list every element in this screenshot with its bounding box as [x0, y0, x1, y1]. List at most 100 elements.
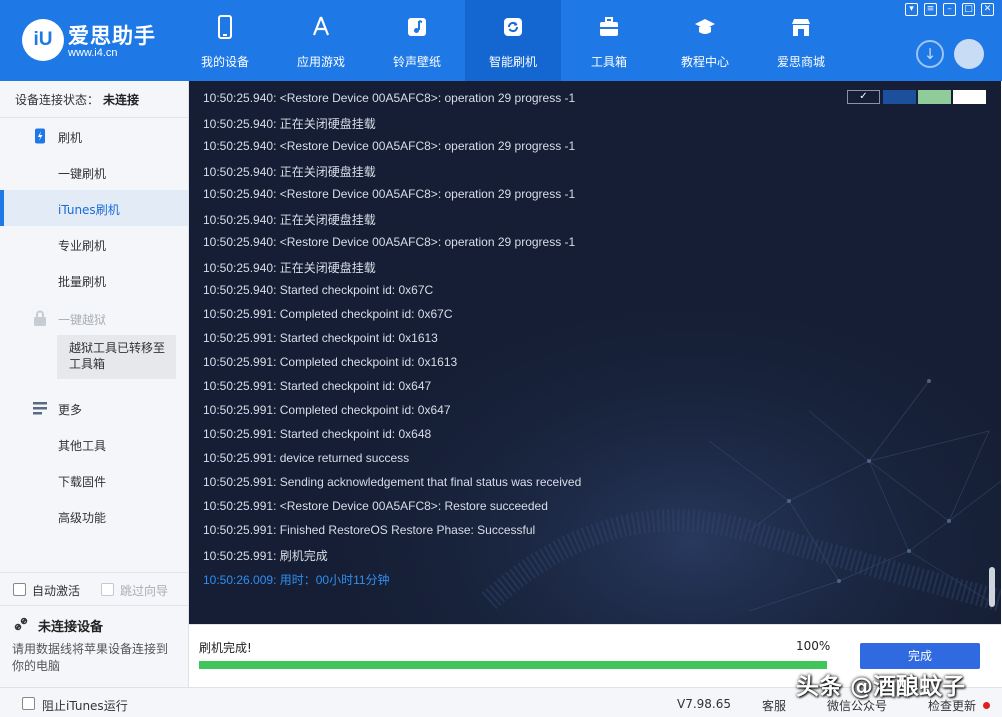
connection-status: 设备连接状态： 未连接 — [0, 81, 188, 118]
disconnected-icon — [14, 617, 28, 631]
sidebar-group-label: 一键越狱 — [58, 313, 107, 327]
sidebar-item-label: 批量刷机 — [58, 275, 107, 289]
nav-my-device[interactable]: 我的设备 — [177, 0, 273, 81]
log-line: 10:50:25.991: <Restore Device 00A5AFC8>:… — [203, 499, 548, 513]
theme-swatch-blue[interactable] — [883, 90, 916, 104]
sidebar-item-download-firmware[interactable]: 下载固件 — [0, 462, 188, 498]
support-link[interactable]: 客服 — [762, 697, 786, 714]
nav-tutorials[interactable]: 教程中心 — [657, 0, 753, 81]
sidebar-item-itunes-flash[interactable]: iTunes刷机 — [0, 190, 188, 226]
graduation-cap-icon — [695, 19, 715, 34]
progress-percent: 100% — [796, 639, 831, 653]
nav-ringtones[interactable]: 铃声壁纸 — [369, 0, 465, 81]
sidebar-item-label: 高级功能 — [58, 511, 107, 525]
sidebar-item-label: 专业刷机 — [58, 239, 107, 253]
music-icon — [408, 18, 426, 36]
sidebar-item-batch-flash[interactable]: 批量刷机 — [0, 262, 188, 298]
toolbox-icon — [600, 17, 618, 36]
minimize-icon[interactable]: – — [943, 3, 956, 16]
log-panel: ✓ 10:50:25.940: <Restore Device 00A5AFC8… — [189, 81, 1001, 624]
app-store-icon — [312, 16, 330, 36]
nav-smart-flash[interactable]: 智能刷机 — [465, 0, 561, 81]
log-line: 10:50:25.940: 正在关闭硬盘挂载 — [203, 165, 376, 179]
watermark: 头条 @酒酿蚊子 — [796, 674, 966, 700]
log-line: 10:50:25.991: Started checkpoint id: 0x6… — [203, 427, 432, 441]
sidebar: 设备连接状态： 未连接 刷机 一键刷机 iTunes刷机 专业刷机 批量刷机 一键… — [0, 81, 189, 687]
flash-phone-icon — [35, 128, 45, 144]
maximize-icon[interactable]: □ — [962, 3, 975, 16]
store-icon — [792, 19, 810, 36]
sidebar-group-label: 刷机 — [58, 131, 83, 145]
sidebar-item-other-tools[interactable]: 其他工具 — [0, 426, 188, 462]
logo-icon: iU — [22, 19, 64, 61]
nav-store[interactable]: 爱思商城 — [753, 0, 849, 81]
log-line: 10:50:25.940: 正在关闭硬盘挂载 — [203, 261, 376, 275]
sidebar-item-one-click-flash[interactable]: 一键刷机 — [0, 154, 188, 190]
log-line: 10:50:25.991: Finished RestoreOS Restore… — [203, 523, 536, 537]
sidebar-item-label: 一键刷机 — [58, 167, 107, 181]
progress-bar — [199, 661, 827, 669]
version-label: V7.98.65 — [677, 697, 732, 711]
sidebar-item-label: 下载固件 — [58, 475, 107, 489]
log-line: 10:50:25.940: <Restore Device 00A5AFC8>:… — [203, 139, 576, 153]
app-window: iU 爱思助手 www.i4.cn 我的设备 应用游戏 铃声壁纸 智能刷机 工具… — [0, 0, 1002, 717]
nav-apps-games[interactable]: 应用游戏 — [273, 0, 369, 81]
log-line: 10:50:25.991: Completed checkpoint id: 0… — [203, 355, 458, 369]
skin-icon[interactable]: ▾ — [905, 3, 918, 16]
auto-activate-checkbox[interactable] — [13, 583, 26, 596]
skip-guide-checkbox[interactable] — [101, 583, 114, 596]
sidebar-item-advanced[interactable]: 高级功能 — [0, 498, 188, 534]
log-line: 10:50:25.991: 刷机完成 — [203, 549, 328, 563]
log-line-elapsed: 10:50:26.009: 用时：00小时11分钟 — [203, 573, 390, 587]
sidebar-group-label: 更多 — [58, 403, 83, 417]
refresh-icon — [504, 18, 522, 36]
nav-label: 教程中心 — [680, 55, 729, 69]
theme-swatch-green[interactable] — [918, 90, 951, 104]
sidebar-item-label: 其他工具 — [58, 439, 107, 453]
log-line: 10:50:25.991: Completed checkpoint id: 0… — [203, 403, 451, 417]
sidebar-group-jailbreak: 一键越狱 — [0, 300, 188, 336]
log-line: 10:50:25.940: 正在关闭硬盘挂载 — [203, 213, 376, 227]
log-line: 10:50:25.991: Sending acknowledgement th… — [203, 475, 582, 489]
nav-label: 应用游戏 — [296, 55, 345, 69]
phone-icon — [218, 15, 232, 39]
update-badge — [983, 702, 990, 709]
download-icon[interactable]: ↓ — [916, 40, 944, 68]
sidebar-group-flash[interactable]: 刷机 — [0, 118, 188, 154]
lock-icon — [34, 310, 46, 326]
skip-guide-label: 跳过向导 — [120, 584, 169, 598]
connection-status-value: 未连接 — [103, 93, 140, 107]
log-line: 10:50:25.991: Started checkpoint id: 0x6… — [203, 379, 432, 393]
device-status-desc: 请用数据线将苹果设备连接到你的电脑 — [12, 642, 169, 673]
avatar[interactable] — [954, 39, 984, 69]
nav-label: 铃声壁纸 — [392, 55, 441, 69]
done-button[interactable]: 完成 — [860, 643, 980, 669]
theme-swatch-dark[interactable]: ✓ — [847, 90, 880, 104]
sidebar-group-more[interactable]: 更多 — [0, 390, 188, 426]
jailbreak-moved-note: 越狱工具已转移至工具箱 — [57, 335, 176, 379]
theme-swatch-white[interactable] — [953, 90, 986, 104]
close-icon[interactable]: ✕ — [981, 3, 994, 16]
log-line: 10:50:25.940: <Restore Device 00A5AFC8>:… — [203, 235, 576, 249]
top-header: iU 爱思助手 www.i4.cn 我的设备 应用游戏 铃声壁纸 智能刷机 工具… — [0, 0, 1002, 81]
activation-options: 自动激活 跳过向导 — [0, 572, 188, 606]
log-line: 10:50:25.991: Completed checkpoint id: 0… — [203, 307, 453, 321]
device-status-title: 未连接设备 — [38, 620, 104, 635]
nav-label: 我的设备 — [200, 55, 249, 69]
block-itunes-checkbox[interactable] — [22, 697, 35, 710]
auto-activate-label: 自动激活 — [32, 584, 81, 598]
log-line: 10:50:25.991: Started checkpoint id: 0x1… — [203, 331, 438, 345]
sidebar-item-pro-flash[interactable]: 专业刷机 — [0, 226, 188, 262]
progress-label: 刷机完成! — [199, 641, 252, 655]
block-itunes-label: 阻止iTunes运行 — [42, 699, 128, 713]
log-line: 10:50:25.940: <Restore Device 00A5AFC8>:… — [203, 91, 576, 105]
menu-icon[interactable]: ≡ — [924, 3, 937, 16]
sidebar-item-label: iTunes刷机 — [58, 203, 120, 217]
nav-label: 智能刷机 — [488, 55, 537, 69]
log-line: 10:50:25.940: Started checkpoint id: 0x6… — [203, 283, 434, 297]
app-url: www.i4.cn — [68, 47, 118, 59]
nav-label: 工具箱 — [590, 55, 627, 69]
nav-label: 爱思商城 — [776, 55, 825, 69]
log-scrollbar[interactable] — [989, 567, 995, 607]
nav-toolbox[interactable]: 工具箱 — [561, 0, 657, 81]
